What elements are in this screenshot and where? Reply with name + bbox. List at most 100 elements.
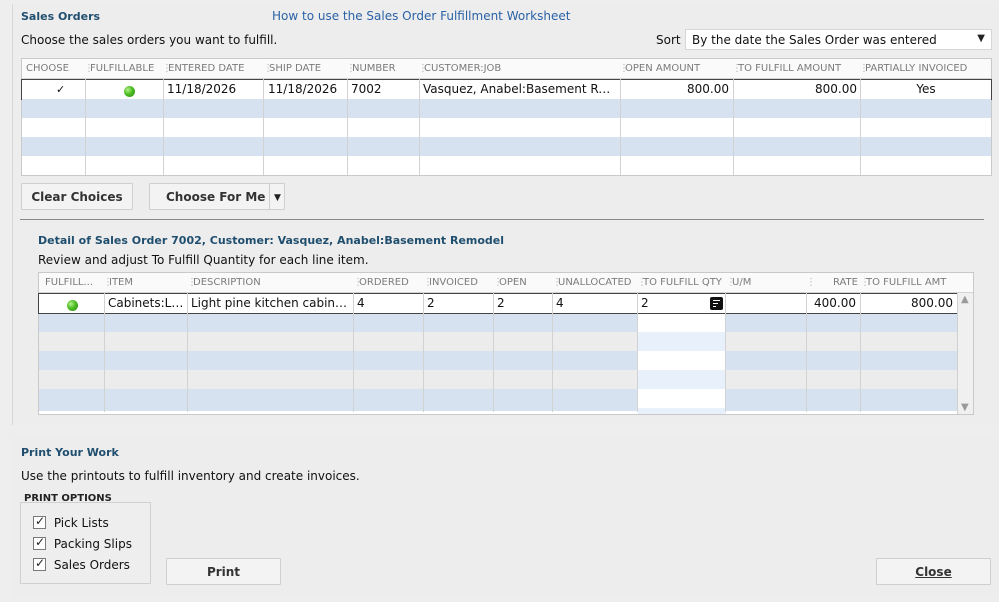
pick-lists-option[interactable]: Pick Lists [33, 514, 109, 530]
detail-scrollbar[interactable]: ▲ ▼ [957, 293, 973, 414]
sort-label: Sort [656, 33, 681, 47]
choose-for-me-button[interactable]: Choose For Me ▼ [149, 183, 285, 210]
qty-column-empty [638, 313, 726, 414]
detail-line-row[interactable]: Cabinets:Lig... Light pine kitchen cabin… [38, 293, 958, 314]
table-row [22, 137, 991, 156]
sales-orders-checkbox[interactable] [33, 556, 46, 571]
detail-grid: FULFILL... ITEM DESCRIPTION ORDERED INVO… [38, 272, 974, 415]
help-link[interactable]: How to use the Sales Order Fulfillment W… [272, 9, 570, 23]
grid-line [860, 293, 861, 412]
green-dot-icon [63, 294, 83, 313]
line-unallocated: 4 [556, 296, 564, 310]
choose-for-me-label: Choose For Me [166, 190, 266, 204]
table-row [39, 313, 957, 332]
sales-order-row[interactable]: ✓ 11/18/2026 11/18/2026 7002 Vasquez, An… [21, 79, 992, 100]
line-open: 2 [497, 296, 505, 310]
col-fulfill[interactable]: FULFILL... [41, 273, 101, 293]
ship-date: 11/18/2026 [268, 82, 338, 96]
open-amount: 800.00 [687, 82, 729, 96]
choose-checkbox[interactable]: ✓ [52, 80, 72, 99]
calculator-icon[interactable] [710, 297, 723, 310]
col-ordered[interactable]: ORDERED [355, 273, 425, 293]
grid-line [725, 293, 726, 412]
col-to-fulfill-amt[interactable]: TO FULFILL AMT [862, 273, 957, 293]
grid-line [85, 79, 86, 175]
sort-select[interactable]: By the date the Sales Order was entered … [685, 29, 992, 50]
table-row [22, 99, 991, 118]
detail-title: Detail of Sales Order 7002, Customer: Va… [38, 234, 505, 247]
close-button[interactable]: Close [876, 558, 991, 585]
print-options-group: Pick Lists Packing Slips Sales Orders [20, 502, 151, 584]
table-row [22, 156, 991, 175]
grid-line [104, 293, 105, 412]
line-to-fulfill-amt: 800.00 [911, 296, 953, 310]
grid-line [423, 293, 424, 412]
print-work-instruction: Use the printouts to fulfill inventory a… [21, 469, 360, 483]
col-um[interactable]: U/M [728, 273, 808, 293]
line-invoiced: 2 [427, 296, 435, 310]
col-ship-date[interactable]: SHIP DATE [265, 59, 348, 79]
packing-slips-checkbox[interactable] [33, 535, 46, 550]
col-description[interactable]: DESCRIPTION [189, 273, 353, 293]
to-fulfill-amount: 800.00 [815, 82, 857, 96]
col-rate[interactable]: RATE [808, 273, 862, 293]
packing-slips-label: Packing Slips [53, 536, 132, 551]
grid-line [733, 79, 734, 175]
detail-instruction: Review and adjust To Fulfill Quantity fo… [38, 253, 369, 267]
sort-value: By the date the Sales Order was entered [692, 33, 937, 47]
col-entered-date[interactable]: ENTERED DATE [164, 59, 264, 79]
sales-orders-header: CHOOSE FULFILLABLE ENTERED DATE SHIP DAT… [22, 59, 991, 79]
packing-slips-option[interactable]: Packing Slips [33, 535, 132, 551]
sales-orders-option[interactable]: Sales Orders [33, 556, 130, 572]
grid-line [637, 293, 638, 412]
grid-line [806, 293, 807, 412]
col-to-fulfill-amount[interactable]: TO FULFILL AMOUNT [734, 59, 861, 79]
col-partially-invoiced[interactable]: PARTIALLY INVOICED [861, 59, 991, 79]
col-to-fulfill-qty[interactable]: TO FULFILL QTY [639, 273, 727, 293]
grid-line [552, 293, 553, 412]
line-description: Light pine kitchen cabinet w... [191, 296, 353, 310]
col-customer-job[interactable]: CUSTOMER:JOB [420, 59, 620, 79]
grid-line [419, 79, 420, 175]
customer-job: Vasquez, Anabel:Basement Remo... [423, 82, 620, 96]
grid-line [347, 79, 348, 175]
clear-choices-button[interactable]: Clear Choices [21, 183, 133, 210]
col-number[interactable]: NUMBER [348, 59, 420, 79]
print-button[interactable]: Print [166, 558, 281, 585]
table-row [22, 118, 991, 137]
line-rate: 400.00 [814, 296, 856, 310]
chevron-down-icon[interactable]: ▼ [274, 185, 281, 211]
print-work-title: Print Your Work [21, 446, 119, 459]
green-dot-icon [120, 80, 140, 99]
pick-lists-checkbox[interactable] [33, 514, 46, 529]
order-number: 7002 [351, 82, 382, 96]
grid-line [187, 293, 188, 412]
table-row [39, 351, 957, 370]
col-open[interactable]: OPEN [495, 273, 553, 293]
scroll-up-icon[interactable]: ▲ [961, 294, 969, 305]
print-work-panel [12, 435, 997, 598]
line-ordered: 4 [357, 296, 365, 310]
col-invoiced[interactable]: INVOICED [425, 273, 495, 293]
chevron-down-icon: ▼ [977, 33, 985, 44]
col-open-amount[interactable]: OPEN AMOUNT [621, 59, 733, 79]
col-item[interactable]: ITEM [105, 273, 185, 293]
line-um [726, 294, 806, 313]
sales-orders-grid: CHOOSE FULFILLABLE ENTERED DATE SHIP DAT… [21, 58, 992, 176]
table-row [39, 332, 957, 351]
sales-orders-label: Sales Orders [53, 557, 130, 572]
partially-invoiced: Yes [916, 82, 936, 96]
button-divider [269, 184, 270, 209]
table-row [39, 389, 957, 411]
entered-date: 11/18/2026 [167, 82, 237, 96]
line-item: Cabinets:Lig... [108, 296, 188, 310]
grid-line [353, 293, 354, 412]
col-choose[interactable]: CHOOSE [22, 59, 84, 79]
col-unallocated[interactable]: UNALLOCATED [554, 273, 638, 293]
grid-line [493, 293, 494, 412]
detail-header: FULFILL... ITEM DESCRIPTION ORDERED INVO… [39, 273, 973, 293]
grid-line [620, 79, 621, 175]
scroll-down-icon[interactable]: ▼ [961, 402, 969, 413]
grid-line [163, 79, 164, 175]
col-fulfillable[interactable]: FULFILLABLE [86, 59, 164, 79]
